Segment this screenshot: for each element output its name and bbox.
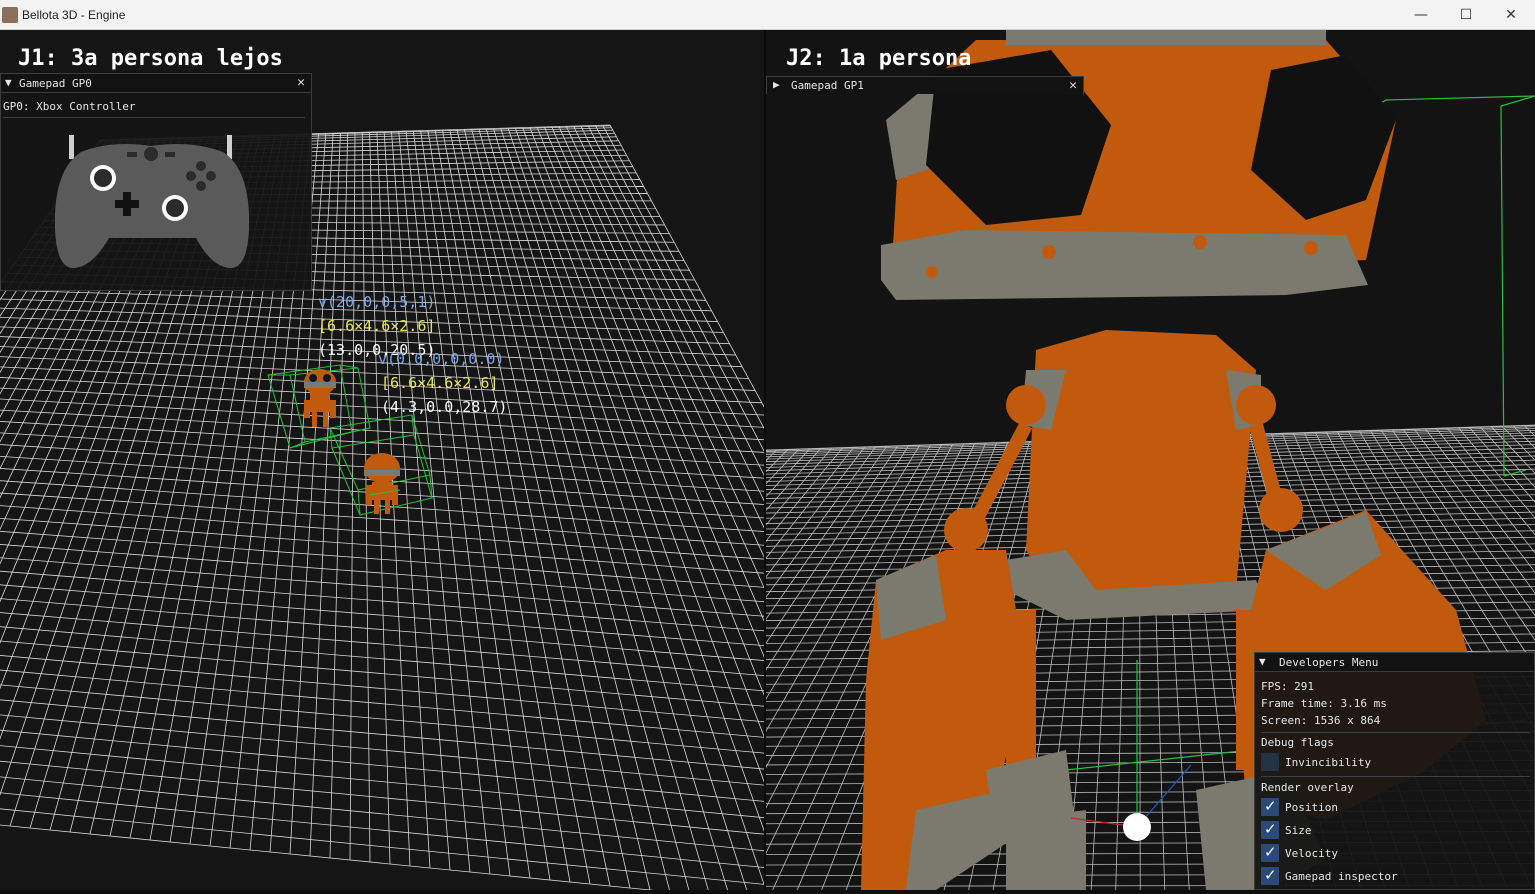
app-icon xyxy=(2,7,18,23)
close-icon: ✕ xyxy=(1505,7,1517,23)
window-titlebar: Bellota 3D - Engine — ☐ ✕ xyxy=(0,0,1535,30)
size-checkbox[interactable] xyxy=(1261,820,1279,839)
transform-gizmo xyxy=(1070,660,1192,841)
panel-header[interactable]: ▼ Gamepad GP0 ✕ xyxy=(1,74,311,93)
separator xyxy=(3,117,305,118)
robot-character-a xyxy=(304,369,336,427)
velocity-label: Velocity xyxy=(1285,847,1338,860)
minimize-icon: — xyxy=(1414,7,1428,23)
maximize-button[interactable]: ☐ xyxy=(1452,5,1480,25)
size-label: [6.6×4.6×2.6] xyxy=(381,374,499,392)
section-debug-flags: Debug flags xyxy=(1261,736,1334,749)
panel-title: Gamepad GP0 xyxy=(19,77,92,90)
collapse-arrow-icon[interactable]: ▼ xyxy=(1259,655,1266,668)
developers-menu-panel[interactable]: ▼ Developers Menu FPS: 291 Frame time: 3… xyxy=(1254,652,1535,890)
frame-time-readout: Frame time: 3.16 ms xyxy=(1261,697,1387,710)
separator xyxy=(1261,776,1530,777)
minimize-button[interactable]: — xyxy=(1407,5,1435,25)
velocity-checkbox[interactable] xyxy=(1261,843,1279,862)
window-title: Bellota 3D - Engine xyxy=(22,8,126,22)
robot-character-b xyxy=(364,453,401,514)
panel-title: Gamepad GP1 xyxy=(791,79,864,92)
panel-header[interactable]: ▼ Developers Menu xyxy=(1255,653,1534,672)
size-label: [6.6×4.6×2.6] xyxy=(318,317,436,335)
invincibility-checkbox[interactable] xyxy=(1261,753,1279,771)
viewport-title: J1: 3a persona lejos xyxy=(18,46,283,71)
invincibility-label: Invincibility xyxy=(1285,756,1372,769)
maximize-icon: ☐ xyxy=(1459,7,1473,23)
xbox-controller-icon xyxy=(54,135,250,269)
position-label: Position xyxy=(1285,801,1338,814)
expand-arrow-icon[interactable]: ▶ xyxy=(773,78,780,91)
panel-title: Developers Menu xyxy=(1279,656,1379,669)
close-icon[interactable]: ✕ xyxy=(297,75,305,90)
gamepad-inspector-checkbox[interactable] xyxy=(1261,866,1279,885)
velocity-label: v(0.0,0,0,0.0) xyxy=(378,350,505,368)
fps-readout: FPS: 291 xyxy=(1261,680,1314,693)
position-label: (4.3,0.0,28.7) xyxy=(381,398,508,416)
gamepad-inspector-label: Gamepad inspector xyxy=(1285,870,1398,883)
viewport-title: J2: 1a persona xyxy=(786,46,972,71)
close-icon[interactable]: ✕ xyxy=(1069,78,1077,93)
collapse-arrow-icon[interactable]: ▼ xyxy=(5,76,12,89)
panel-header[interactable]: ▶ Gamepad GP1 ✕ xyxy=(767,77,1083,94)
position-checkbox[interactable] xyxy=(1261,797,1279,816)
controller-name: GP0: Xbox Controller xyxy=(3,100,136,113)
window-bottom-edge xyxy=(0,890,1535,894)
gamepad-gp0-panel[interactable]: ▼ Gamepad GP0 ✕ GP0: Xbox Controller xyxy=(0,73,312,291)
section-render-overlay: Render overlay xyxy=(1261,781,1354,794)
gamepad-gp1-panel[interactable]: ▶ Gamepad GP1 ✕ xyxy=(766,76,1084,94)
separator xyxy=(1261,732,1530,733)
velocity-label: v(20,0,0,5,1) xyxy=(318,293,436,311)
size-label: Size xyxy=(1285,824,1312,837)
screen-readout: Screen: 1536 x 864 xyxy=(1261,714,1381,727)
close-button[interactable]: ✕ xyxy=(1497,5,1525,25)
